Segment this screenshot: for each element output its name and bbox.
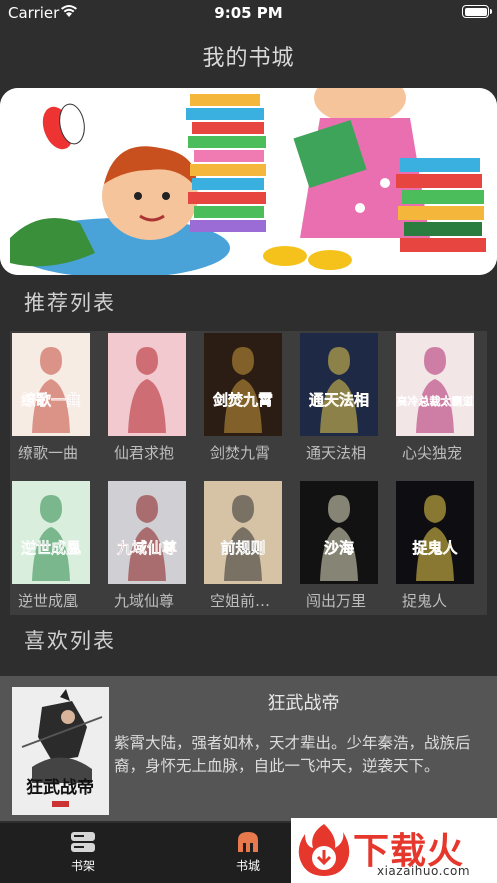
book-item[interactable]: 剑焚九霄 剑焚九霄 [204,333,284,463]
page-title: 我的书城 [202,46,295,71]
book-item[interactable]: 仙君求抱 [108,333,188,463]
recommend-grid: 缭歌一曲 缭歌一曲 仙君求抱 剑焚九霄 剑焚九霄 通天法相 通天法相 高冷总裁太霸道 心尖独宠逆… [10,331,487,615]
book-cover-title: 高冷总裁太霸道 [397,394,474,408]
book-title: 通天法相 [306,444,367,462]
book-cover-title: 逆世成凰 [21,539,81,557]
book-title: 捉鬼人 [402,592,448,610]
book-item[interactable]: 通天法相 通天法相 [300,333,380,463]
book-item[interactable]: 捉鬼人 捉鬼人 [396,481,476,611]
book-cover-title: 前规则 [220,539,265,557]
favorite-book-title: 狂武战帝 [267,693,340,714]
book-cover-title: 捉鬼人 [412,539,458,557]
favorite-book-cover[interactable]: 狂武战帝 [12,687,109,815]
watermark: 下载火 xiazaihuo.com [291,818,497,883]
favorites-heading: 喜欢列表 [24,629,116,653]
book-title: 仙君求抱 [114,444,175,462]
book-cover[interactable]: 高冷总裁太霸道 [396,333,474,436]
watermark-url: xiazaihuo.com [377,864,471,878]
book-title: 九域仙尊 [114,592,175,610]
book-cover[interactable]: 捉鬼人 [396,481,474,584]
book-cover[interactable]: 通天法相 [300,333,378,436]
book-cover-title: 剑焚九霄 [212,391,273,409]
book-title: 心尖独宠 [402,444,463,462]
reading-kids-illustration [0,88,497,275]
bookstore-icon [238,832,258,852]
flame-logo-icon [298,824,350,876]
book-title: 剑焚九霄 [210,444,271,462]
book-cover[interactable]: 前规则 [204,481,282,584]
book-item[interactable]: 九域仙尊 九域仙尊 [108,481,188,611]
tab-bookstore[interactable]: 书城 [208,831,288,874]
book-cover[interactable]: 沙海 [300,481,378,584]
tab-bookshelf[interactable]: 书架 [43,831,123,874]
status-time: 9:05 PM [214,4,283,22]
book-item[interactable]: 逆世成凰 逆世成凰 [12,481,92,611]
recommend-heading: 推荐列表 [24,291,116,315]
book-cover[interactable]: 剑焚九霄 [204,333,282,436]
favorite-book-description: 紫霄大陆，强者如林，天才辈出。少年秦浩，战族后裔，身怀无上血脉，自此一飞冲天，逆… [114,734,471,775]
battery-icon [462,5,492,18]
book-item[interactable]: 高冷总裁太霸道心尖独宠 [396,333,476,463]
favorite-book-item[interactable]: 狂武战帝 狂武战帝 紫霄大陆，强者如林，天才辈出。少年秦浩，战族后裔，身怀无上血… [0,676,497,821]
book-title: 逆世成凰 [18,592,79,610]
book-cover[interactable]: 九域仙尊 [108,481,186,584]
book-item[interactable]: 缭歌一曲 缭歌一曲 [12,333,92,463]
book-cover[interactable] [108,333,186,436]
book-item[interactable]: 沙海 闯出万里 [300,481,380,611]
book-cover-title: 通天法相 [309,391,369,409]
tab-bookshelf-label: 书架 [70,859,95,873]
book-cover-title: 缭歌一曲 [21,391,81,409]
book-cover-title: 九域仙尊 [116,539,177,557]
banner-image[interactable] [0,88,497,275]
book-cover[interactable]: 缭歌一曲 [12,333,90,436]
book-title: 缭歌一曲 [18,444,79,462]
book-cover-title: 沙海 [324,539,354,557]
book-item[interactable]: 前规则空姐前规则 [204,481,284,611]
bookshelf-icon [71,832,95,852]
book-title: 空姐前规则 [210,592,284,610]
book-title: 闯出万里 [306,592,367,610]
status-bar: Carrier 9:05 PM [0,0,497,26]
favorite-cover-title: 狂武战帝 [26,777,94,798]
tab-bookstore-label: 书城 [235,859,260,873]
book-cover[interactable]: 逆世成凰 [12,481,90,584]
